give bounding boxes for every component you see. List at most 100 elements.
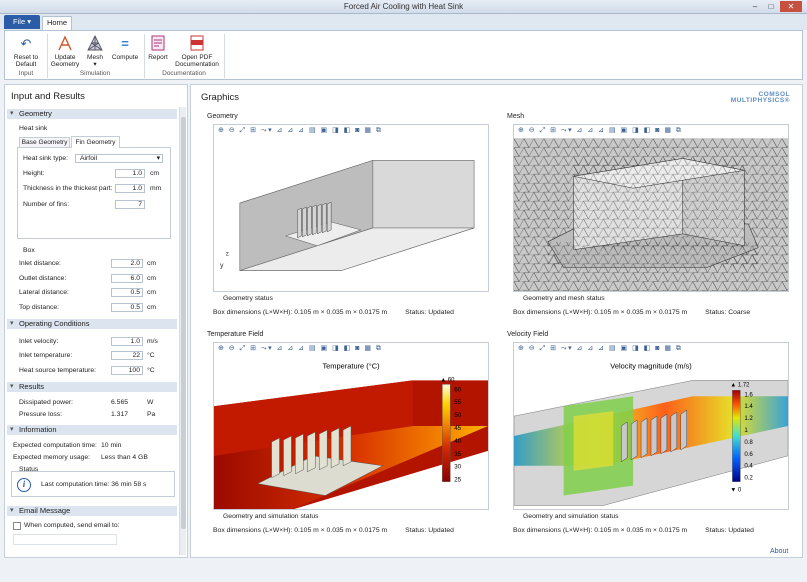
comsol-logo: COMSOL MULTIPHYSICS®	[731, 91, 790, 104]
tab-base-geometry[interactable]: Base Geometry	[19, 137, 70, 148]
svg-text:z: z	[226, 252, 229, 258]
inlet-temperature-label: Inlet temperature:	[19, 352, 73, 359]
velocity-colorbar	[732, 390, 741, 482]
top-distance-unit: cm	[147, 304, 157, 311]
open-pdf-documentation-button[interactable]: Open PDF Documentation	[173, 34, 221, 68]
title-bar: Forced Air Cooling with Heat Sink – □ ✕	[0, 0, 807, 14]
mesh-button[interactable]: Mesh ▾	[83, 34, 107, 68]
temperature-render[interactable]: Temperature (°C) ▲ 60 60 55 50 45 40 35 …	[214, 356, 488, 510]
minimize-icon[interactable]: –	[748, 1, 762, 12]
reset-to-default-button[interactable]: ↶ Reset to Default	[9, 34, 43, 69]
panel-status-value: Status: Updated	[405, 527, 454, 534]
colorbar-tick: 0.8	[744, 439, 753, 446]
file-menu-button[interactable]: File ▾	[4, 15, 40, 29]
height-input[interactable]: 1.0	[115, 169, 145, 178]
report-button[interactable]: Report	[146, 34, 170, 61]
inlet-temperature-input[interactable]: 22	[111, 351, 143, 360]
reset-icon: ↶	[20, 35, 32, 51]
graphics-toolbar[interactable]: ⊕ ⊖ ⤢ ⊞ ⤳▾ ⊿ ⊿ ⊿ ▤ ▣ ◨ ◧ ◙ ▦ ⧉	[514, 343, 788, 355]
panel-status-label: Geometry and simulation status	[523, 513, 619, 520]
computation-time-value: 10 min	[101, 442, 122, 449]
panel-status-label: Geometry status	[223, 295, 273, 302]
velocity-viewport[interactable]: ⊕ ⊖ ⤢ ⊞ ⤳▾ ⊿ ⊿ ⊿ ▤ ▣ ◨ ◧ ◙ ▦ ⧉ Velocity	[513, 342, 789, 510]
close-icon[interactable]: ✕	[780, 1, 802, 12]
panel-title: Geometry	[207, 113, 238, 120]
svg-text:y: y	[220, 263, 224, 270]
graphics-toolbar[interactable]: ⊕ ⊖ ⤢ ⊞ ⤳▾ ⊿ ⊿ ⊿ ▤ ▣ ◨ ◧ ◙ ▦ ⧉	[214, 343, 488, 355]
fins-input[interactable]: 7	[115, 200, 145, 209]
inlet-velocity-unit: m/s	[147, 338, 158, 345]
lateral-distance-input[interactable]: 0.5	[111, 288, 143, 297]
maximize-icon[interactable]: □	[764, 1, 778, 12]
inlet-distance-unit: cm	[147, 260, 157, 267]
scrollbar[interactable]	[179, 107, 186, 555]
section-operating-conditions[interactable]: Operating Conditions	[7, 319, 177, 329]
fins-label: Number of fins:	[23, 201, 70, 208]
dissipated-power-label: Dissipated power:	[19, 399, 74, 406]
thickness-input[interactable]: 1.0	[115, 184, 145, 193]
tab-home[interactable]: Home	[42, 16, 72, 30]
velocity-panel: Velocity Field ⊕ ⊖ ⤢ ⊞ ⤳▾ ⊿ ⊿ ⊿ ▤ ▣ ◨ ◧ …	[505, 331, 801, 541]
colorbar-top: ▲ 1.72	[730, 382, 749, 388]
temperature-colorbar	[442, 384, 451, 482]
graphics-toolbar[interactable]: ⊕ ⊖ ⤢ ⊞ ⤳▾ ⊿ ⊿ ⊿ ▤ ▣ ◨ ◧ ◙ ▦ ⧉	[214, 125, 488, 137]
section-information[interactable]: Information	[7, 425, 177, 435]
update-geometry-button[interactable]: Update Geometry	[49, 34, 81, 68]
memory-usage-value: Less than 4 GB	[101, 454, 148, 461]
panel-status-value: Status: Updated	[705, 527, 754, 534]
heat-sink-label: Heat sink	[19, 125, 48, 132]
heat-source-temperature-unit: °C	[147, 367, 155, 374]
section-results[interactable]: Results	[7, 382, 177, 392]
top-distance-input[interactable]: 0.5	[111, 303, 143, 312]
window-title: Forced Air Cooling with Heat Sink	[343, 2, 464, 11]
geometry-viewport[interactable]: ⊕ ⊖ ⤢ ⊞ ⤳▾ ⊿ ⊿ ⊿ ▤ ▣ ◨ ◧ ◙ ▦ ⧉ y z	[213, 124, 489, 292]
scrollbar-thumb[interactable]	[181, 117, 186, 529]
email-input[interactable]	[13, 534, 117, 545]
box-dimensions-value: Box dimensions (L×W×H): 0.105 m × 0.035 …	[513, 309, 688, 316]
about-link[interactable]: About	[770, 548, 788, 555]
graphics-title: Graphics	[201, 92, 240, 103]
panel-title: Input and Results	[11, 91, 85, 102]
inlet-velocity-input[interactable]: 1.0	[111, 337, 143, 346]
thickness-unit: mm	[150, 185, 162, 192]
box-label: Box	[23, 247, 35, 254]
colorbar-tick: 0.4	[744, 463, 753, 470]
geometry-render[interactable]: y z	[214, 138, 488, 292]
colorbar-bottom: ▼ 0	[730, 488, 742, 494]
colorbar-tick: 1	[744, 427, 748, 434]
outlet-distance-input[interactable]: 6.0	[111, 274, 143, 283]
mesh-render[interactable]	[514, 138, 788, 292]
compute-label: Compute	[111, 54, 139, 61]
tab-fin-geometry[interactable]: Fin Geometry	[71, 136, 120, 148]
input-results-panel: Input and Results Geometry Heat sink Bas…	[4, 84, 188, 558]
panel-title: Velocity Field	[507, 331, 549, 338]
thickness-label: Thickness in the thickest part:	[23, 185, 113, 192]
report-icon	[149, 34, 167, 52]
graphics-toolbar[interactable]: ⊕ ⊖ ⤢ ⊞ ⤳▾ ⊿ ⊿ ⊿ ▤ ▣ ◨ ◧ ◙ ▦ ⧉	[514, 125, 788, 137]
heat-sink-type-select[interactable]: Airfoil ▾	[75, 154, 163, 163]
ribbon-separator	[47, 34, 48, 78]
heat-source-temperature-label: Heat source temperature:	[19, 367, 97, 374]
pressure-loss-value: 1.317	[111, 411, 129, 418]
mesh-viewport[interactable]: ⊕ ⊖ ⤢ ⊞ ⤳▾ ⊿ ⊿ ⊿ ▤ ▣ ◨ ◧ ◙ ▦ ⧉	[513, 124, 789, 292]
heat-source-temperature-input[interactable]: 100	[111, 366, 143, 375]
temperature-viewport[interactable]: ⊕ ⊖ ⤢ ⊞ ⤳▾ ⊿ ⊿ ⊿ ▤ ▣ ◨ ◧ ◙ ▦ ⧉ Temperatu…	[213, 342, 489, 510]
box-dimensions-value: Box dimensions (L×W×H): 0.105 m × 0.035 …	[213, 527, 388, 534]
section-geometry[interactable]: Geometry	[7, 109, 177, 119]
info-icon: i	[17, 478, 31, 492]
box-dimensions: Box dimensions (L×W×H): 0.105 m × 0.035 …	[213, 309, 454, 316]
open-pdf-label: Open PDF Documentation	[175, 54, 219, 68]
outlet-distance-unit: cm	[147, 275, 157, 282]
colorbar-tick: 30	[454, 464, 461, 471]
colorbar-tick: 55	[454, 399, 461, 406]
inlet-distance-input[interactable]: 2.0	[111, 259, 143, 268]
lateral-distance-unit: cm	[147, 289, 157, 296]
email-checkbox[interactable]	[13, 522, 21, 530]
velocity-render[interactable]: Velocity magnitude (m/s) ▲ 1.72 ▼ 0 1.6 …	[514, 356, 788, 510]
section-email-message[interactable]: Email Message	[7, 506, 177, 516]
colorbar-tick: 0.2	[744, 475, 753, 482]
compute-button[interactable]: = Compute	[109, 34, 141, 62]
pdf-icon	[188, 34, 206, 52]
ribbon-separator	[224, 34, 225, 78]
colorbar-tick: 35	[454, 451, 461, 458]
